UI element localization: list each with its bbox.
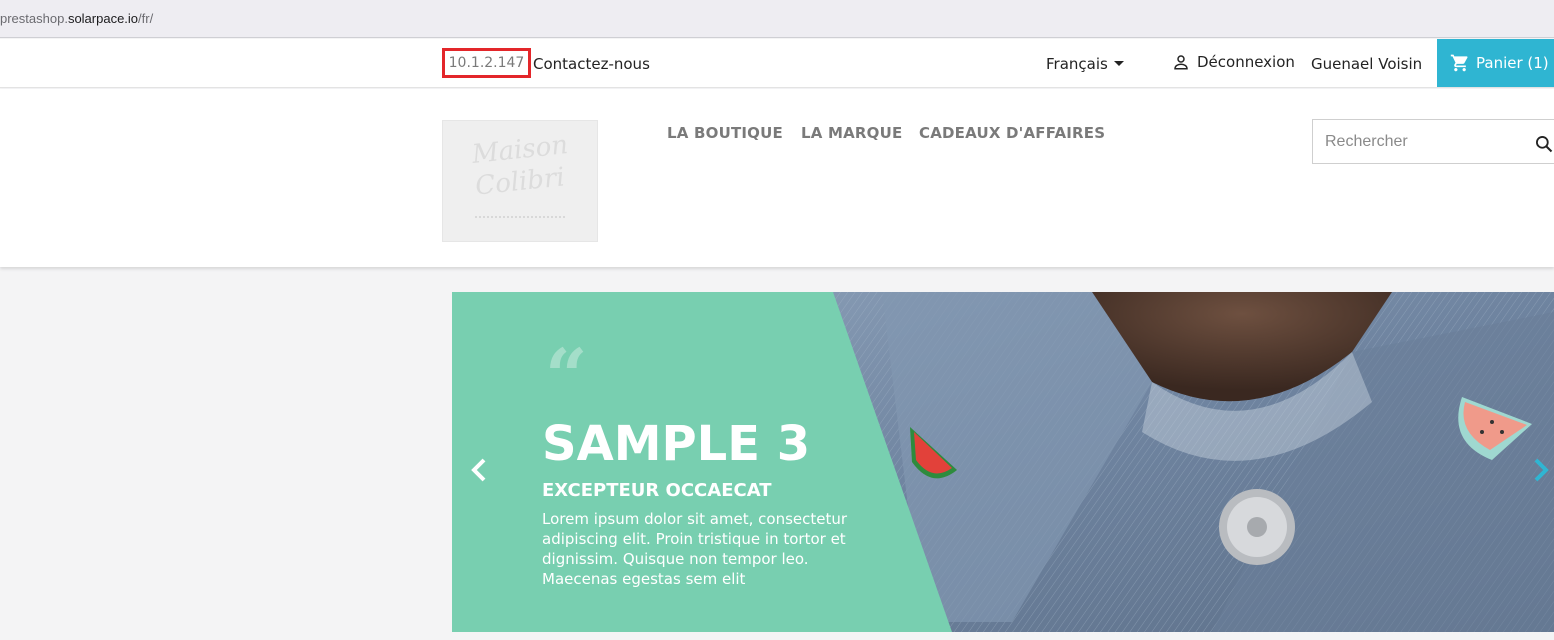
site-header (0, 89, 1554, 267)
logout-link[interactable]: Déconnexion (1172, 53, 1295, 71)
chevron-right-icon[interactable] (1530, 455, 1552, 485)
ip-address-highlight: 10.1.2.147 (442, 48, 531, 78)
search-icon[interactable] (1534, 134, 1554, 154)
url-host: solarpace.io (67, 11, 139, 26)
slide-subtitle: EXCEPTEUR OCCAECAT (542, 480, 772, 501)
logo-divider (475, 216, 565, 221)
site-logo[interactable]: Maison Colibri (442, 120, 598, 242)
user-icon (1174, 55, 1188, 70)
browser-url-bar[interactable]: prestashop.solarpace.io/fr/ (0, 0, 1554, 38)
menu-item-boutique[interactable]: LA BOUTIQUE (667, 124, 783, 142)
quote-icon: “ (545, 334, 588, 420)
search-input[interactable] (1323, 130, 1527, 154)
slide-description: Lorem ipsum dolor sit amet, consectetur … (542, 510, 848, 588)
chevron-left-icon[interactable] (468, 455, 490, 485)
account-name-link[interactable]: Guenael Voisin (1311, 55, 1422, 73)
cart-label: Panier (1) (1476, 54, 1549, 72)
menu-item-cadeaux[interactable]: CADEAUX D'AFFAIRES (919, 124, 1105, 142)
language-label: Français (1046, 55, 1108, 73)
menu-item-marque[interactable]: LA MARQUE (801, 124, 902, 142)
language-selector[interactable]: Français (1046, 55, 1124, 73)
url-path: /fr/ (138, 11, 154, 26)
hero-slider: “ SAMPLE 3 EXCEPTEUR OCCAECAT Lorem ipsu… (452, 292, 1554, 632)
logout-label: Déconnexion (1197, 53, 1295, 71)
url-prefix: prestashop. (0, 11, 68, 26)
cart-button[interactable]: Panier (1) (1437, 39, 1554, 87)
caret-down-icon (1113, 61, 1124, 66)
contact-link[interactable]: Contactez-nous (533, 55, 650, 73)
shopping-cart-icon (1450, 54, 1468, 72)
url-text[interactable]: prestashop.solarpace.io/fr/ (0, 11, 153, 26)
slide-title: SAMPLE 3 (542, 416, 811, 472)
search-box (1312, 119, 1554, 164)
